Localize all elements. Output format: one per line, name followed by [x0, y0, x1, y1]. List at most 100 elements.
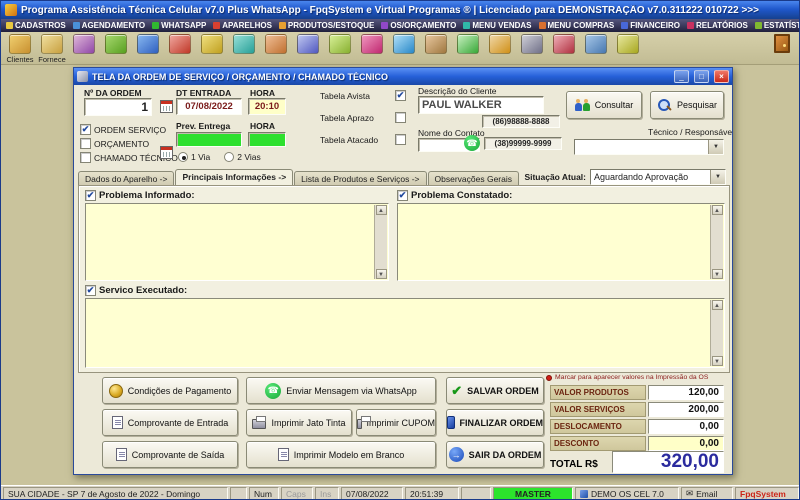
checkbox-problema-constatado[interactable]: ✔ Problema Constatado:	[397, 190, 512, 201]
chevron-down-icon[interactable]: ▼	[710, 170, 725, 184]
enviar-whatsapp-button[interactable]: ☎ Enviar Mensagem via WhatsApp	[246, 377, 436, 404]
whatsapp-icon: ☎	[464, 135, 480, 151]
checkbox-box: ✔	[80, 124, 91, 135]
cliente-input[interactable]: PAUL WALKER	[418, 96, 544, 114]
fone1-field[interactable]: (86)98888-8888	[482, 115, 560, 128]
toolbar-button-19[interactable]	[582, 34, 610, 54]
menu-cadastros-icon	[6, 22, 13, 29]
tab-observacoes-gerais[interactable]: Observações Gerais	[427, 171, 520, 186]
calendar-icon-2[interactable]	[160, 146, 173, 159]
toolbar-button-17[interactable]	[518, 34, 546, 54]
toolbar-button-3[interactable]	[70, 34, 98, 54]
radio-2-vias[interactable]: 2 Vias	[224, 152, 261, 162]
toolbar-button-4[interactable]	[102, 34, 130, 54]
menu-item-produtos-estoque[interactable]: PRODUTOS/ESTOQUE	[276, 20, 377, 32]
order-number-input[interactable]: 1	[84, 98, 152, 116]
scrollbar[interactable]: ▲ ▼	[710, 300, 723, 366]
scroll-up-icon[interactable]: ▲	[711, 300, 723, 310]
imprimir-modelo-branco-button[interactable]: Imprimir Modelo em Branco	[246, 441, 436, 468]
toolbar-button-clientes[interactable]: Clientes	[6, 34, 34, 64]
dt-entrada-input[interactable]: 07/08/2022	[176, 98, 242, 115]
checkbox-tabela-aprazo[interactable]: Tabela Aprazo	[320, 112, 406, 123]
situacao-combo[interactable]: Aguardando Aprovação ▼	[590, 169, 726, 185]
imprimir-jato-tinta-button[interactable]: Imprimir Jato Tinta	[246, 409, 352, 436]
scroll-down-icon[interactable]: ▼	[711, 269, 723, 279]
menu-item-estatistica[interactable]: ESTATÍSTICA	[752, 20, 799, 32]
toolbar-button-13[interactable]	[390, 34, 418, 54]
checkbox-ordem-servico[interactable]: ✔ ORDEM SERVIÇO	[80, 124, 166, 135]
consultar-label: Consultar	[594, 100, 634, 110]
maximize-button[interactable]: □	[694, 70, 709, 83]
tecnico-combo[interactable]: ▼	[574, 139, 724, 155]
toolbar-icon-9	[265, 34, 287, 54]
condicoes-pagamento-button[interactable]: Condições de Pagamento	[102, 377, 238, 404]
menu-item-relatorios[interactable]: RELATÓRIOS	[684, 20, 751, 32]
comprovante-saida-button[interactable]: Comprovante de Saída	[102, 441, 238, 468]
scrollbar[interactable]: ▲ ▼	[374, 205, 387, 279]
finalizar-ordem-button[interactable]: FINALIZAR ORDEM	[446, 409, 544, 436]
scroll-up-icon[interactable]: ▲	[375, 205, 387, 215]
toolbar-button-8[interactable]	[230, 34, 258, 54]
toolbar-button-5[interactable]	[134, 34, 162, 54]
toolbar-button-20[interactable]	[614, 34, 642, 54]
menu-item-financeiro[interactable]: FINANCEIRO	[618, 20, 683, 32]
tab-principais-informacoes[interactable]: Principais Informações ->	[175, 169, 294, 186]
pesquisar-button[interactable]: Pesquisar	[650, 91, 724, 119]
toolbar-button-12[interactable]	[358, 34, 386, 54]
menu-item-whatsapp[interactable]: WHATSAPP	[149, 20, 209, 32]
status-email[interactable]: ✉ Email	[681, 487, 733, 499]
toolbar-button-9[interactable]	[262, 34, 290, 54]
checkbox-tabela-atacado[interactable]: Tabela Atacado	[320, 134, 406, 145]
menu-item-cadastros[interactable]: CADASTROS	[3, 20, 69, 32]
document-icon	[115, 448, 127, 461]
comprovante-entrada-button[interactable]: Comprovante de Entrada	[102, 409, 238, 436]
checkbox-servico-executado[interactable]: ✔ Servico Executado:	[85, 285, 187, 296]
checkbox-problema-informado[interactable]: ✔ Problema Informado:	[85, 190, 195, 201]
scroll-down-icon[interactable]: ▼	[375, 269, 387, 279]
imprimir-cupom-button[interactable]: Imprimir CUPOM	[356, 409, 436, 436]
toolbar-button-7[interactable]	[198, 34, 226, 54]
servico-executado-textarea[interactable]: ▲ ▼	[85, 298, 725, 368]
check-icon: ✔	[81, 124, 90, 134]
toolbar-icon-5	[137, 34, 159, 54]
toolbar-button-fornecedores[interactable]: Fornece	[38, 34, 66, 64]
toolbar-button-6[interactable]	[166, 34, 194, 54]
checkbox-tabela-avista[interactable]: Tabela Avista ✔	[320, 90, 406, 101]
consultar-button[interactable]: Consultar	[566, 91, 642, 119]
tab-lista-produtos-servicos[interactable]: Lista de Produtos e Serviços ->	[294, 171, 427, 186]
sair-da-ordem-button[interactable]: → SAIR DA ORDEM	[446, 441, 544, 468]
document-icon	[277, 448, 289, 461]
radio-1-via[interactable]: 1 Via	[178, 152, 210, 162]
menu-item-agendamento[interactable]: AGENDAMENTO	[70, 20, 148, 32]
prev-entrega-hora-input[interactable]	[248, 132, 286, 147]
toolbar-button-16[interactable]	[486, 34, 514, 54]
prev-entrega-input[interactable]	[176, 132, 242, 147]
checkbox-label: ORÇAMENTO	[94, 138, 150, 149]
tab-dados-do-aparelho[interactable]: Dados do Aparelho ->	[78, 171, 175, 186]
button-label: SAIR DA ORDEM	[468, 449, 542, 460]
toolbar-button-15[interactable]	[454, 34, 482, 54]
menu-item-menu-vendas[interactable]: MENU VENDAS	[460, 20, 534, 32]
toolbar-button-exit[interactable]	[768, 34, 796, 53]
toolbar-button-10[interactable]	[294, 34, 322, 54]
fone2-field[interactable]: (38)99999-9999	[484, 137, 562, 150]
problema-constatado-textarea[interactable]: ▲ ▼	[397, 203, 725, 281]
toolbar-button-18[interactable]	[550, 34, 578, 54]
scrollbar[interactable]: ▲ ▼	[710, 205, 723, 279]
minimize-button[interactable]: _	[674, 70, 689, 83]
scroll-down-icon[interactable]: ▼	[711, 356, 723, 366]
chevron-down-icon[interactable]: ▼	[708, 140, 723, 154]
values-print-indicator[interactable]	[546, 374, 552, 381]
checkbox-orcamento[interactable]: ORÇAMENTO	[80, 138, 149, 149]
salvar-ordem-button[interactable]: ✔ SALVAR ORDEM	[446, 377, 544, 404]
menu-item-aparelhos[interactable]: APARELHOS	[210, 20, 275, 32]
hora-entrada-input[interactable]: 20:10	[248, 98, 286, 115]
calendar-icon[interactable]	[160, 100, 173, 113]
scroll-up-icon[interactable]: ▲	[711, 205, 723, 215]
problema-informado-textarea[interactable]: ▲ ▼	[85, 203, 389, 281]
menu-item-menu-compras[interactable]: MENU COMPRAS	[536, 20, 618, 32]
toolbar-button-11[interactable]	[326, 34, 354, 54]
menu-item-os-orcamento[interactable]: OS/ORÇAMENTO	[378, 20, 459, 32]
toolbar-button-14[interactable]	[422, 34, 450, 54]
close-button[interactable]: ×	[714, 70, 729, 83]
